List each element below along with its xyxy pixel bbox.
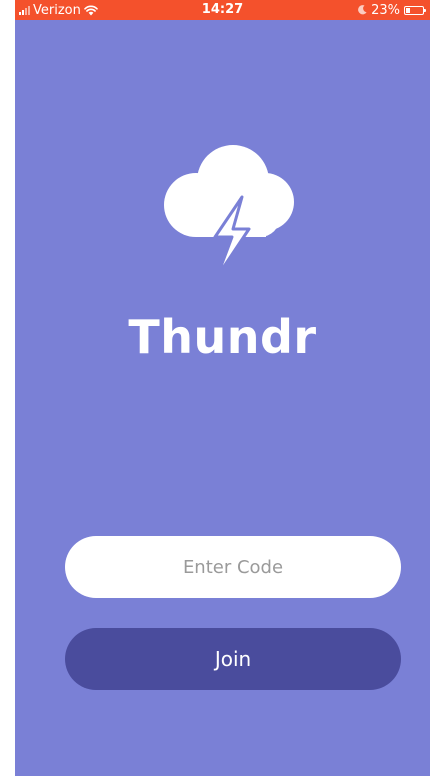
status-bar: Verizon 14:27 23% <box>15 0 430 20</box>
code-input[interactable] <box>65 536 401 598</box>
battery-icon <box>404 5 426 15</box>
app-screen: Verizon 14:27 23% Thundr Enter Code Join <box>15 0 430 776</box>
moon-icon <box>358 5 367 15</box>
thunder-cloud-icon <box>164 145 294 278</box>
app-title: Thundr <box>128 310 317 364</box>
battery-percent: 23% <box>371 2 400 18</box>
battery-level-fill <box>406 7 410 13</box>
join-button[interactable]: Join <box>65 628 401 690</box>
status-right: 23% <box>358 2 426 18</box>
